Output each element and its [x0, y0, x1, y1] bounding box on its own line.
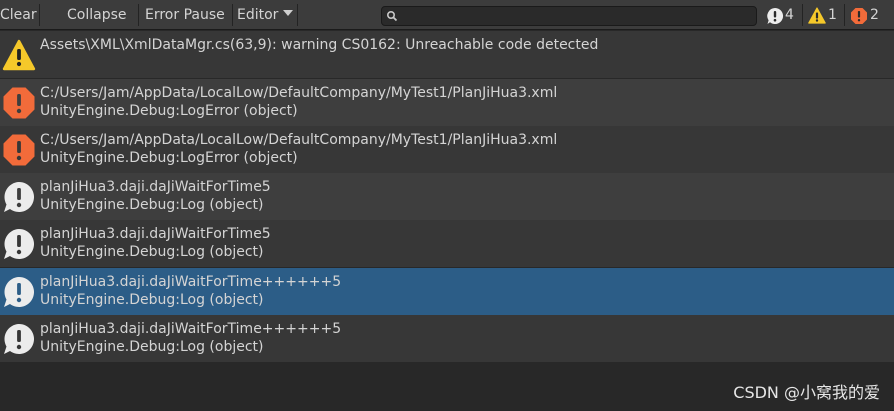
log-entry-info-selected[interactable]: planJiHua3.daji.daJiWaitForTime++++++5 U… [0, 268, 894, 315]
log-entry-info[interactable]: planJiHua3.daji.daJiWaitForTime5 UnityEn… [0, 220, 894, 267]
log-entry-stacktrace: UnityEngine.Debug:Log (object) [40, 197, 264, 213]
log-entry-message: planJiHua3.daji.daJiWaitForTime++++++5 [40, 274, 342, 290]
log-entry-info[interactable]: planJiHua3.daji.daJiWaitForTime5 UnityEn… [0, 173, 894, 220]
log-entry-stacktrace: UnityEngine.Debug:Log (object) [40, 244, 264, 260]
editor-dropdown[interactable]: Editor [233, 4, 297, 26]
search-input[interactable] [381, 6, 757, 26]
chevron-down-icon [283, 10, 294, 16]
toolbar-divider [138, 4, 139, 26]
log-entry-info[interactable]: planJiHua3.daji.daJiWaitForTime++++++5 U… [0, 315, 894, 362]
error-count-toggle[interactable]: 2 [848, 4, 888, 26]
toolbar-divider [844, 4, 845, 26]
log-entry-message: planJiHua3.daji.daJiWaitForTime++++++5 [40, 321, 342, 337]
info-count: 4 [785, 7, 794, 23]
info-icon [4, 324, 34, 354]
collapse-toggle[interactable]: Collapse [63, 4, 131, 26]
search-icon [386, 10, 398, 22]
log-entry-message: Assets\XML\XmlDataMgr.cs(63,9): warning … [40, 37, 599, 53]
error-icon [3, 87, 35, 119]
log-entry-stacktrace: UnityEngine.Debug:Log (object) [40, 292, 264, 308]
info-count-toggle[interactable]: 4 [764, 4, 800, 26]
log-entry-warning[interactable]: Assets\XML\XmlDataMgr.cs(63,9): warning … [0, 31, 894, 78]
warning-count: 1 [828, 7, 837, 23]
warning-icon [808, 7, 826, 24]
warning-count-toggle[interactable]: 1 [806, 4, 842, 26]
error-icon [3, 134, 35, 166]
toolbar-divider [297, 4, 298, 26]
info-icon [767, 7, 784, 25]
info-icon [4, 277, 34, 307]
error-pause-toggle[interactable]: Error Pause [141, 4, 229, 26]
log-entry-message: C:/Users/Jam/AppData/LocalLow/DefaultCom… [40, 85, 558, 101]
watermark: CSDN @小窝我的爱 [733, 383, 880, 402]
error-icon [851, 8, 867, 24]
warning-icon [2, 39, 36, 71]
log-entry-stacktrace: UnityEngine.Debug:LogError (object) [40, 103, 298, 119]
log-entry-error[interactable]: C:/Users/Jam/AppData/LocalLow/DefaultCom… [0, 79, 894, 126]
log-entry-message: planJiHua3.daji.daJiWaitForTime5 [40, 179, 271, 195]
console-toolbar: Clear Collapse Error Pause Editor 4 1 2 [0, 0, 894, 30]
log-entry-stacktrace: UnityEngine.Debug:Log (object) [40, 339, 264, 355]
editor-dropdown-label: Editor [237, 7, 279, 23]
toolbar-divider [802, 4, 803, 26]
error-count: 2 [870, 7, 879, 23]
info-icon [4, 229, 34, 259]
clear-button[interactable]: Clear [0, 4, 41, 26]
log-entry-stacktrace: UnityEngine.Debug:LogError (object) [40, 150, 298, 166]
toolbar-divider [39, 4, 40, 26]
log-entry-message: planJiHua3.daji.daJiWaitForTime5 [40, 226, 271, 242]
info-icon [4, 182, 34, 212]
log-entry-error[interactable]: C:/Users/Jam/AppData/LocalLow/DefaultCom… [0, 126, 894, 173]
log-entry-message: C:/Users/Jam/AppData/LocalLow/DefaultCom… [40, 132, 558, 148]
